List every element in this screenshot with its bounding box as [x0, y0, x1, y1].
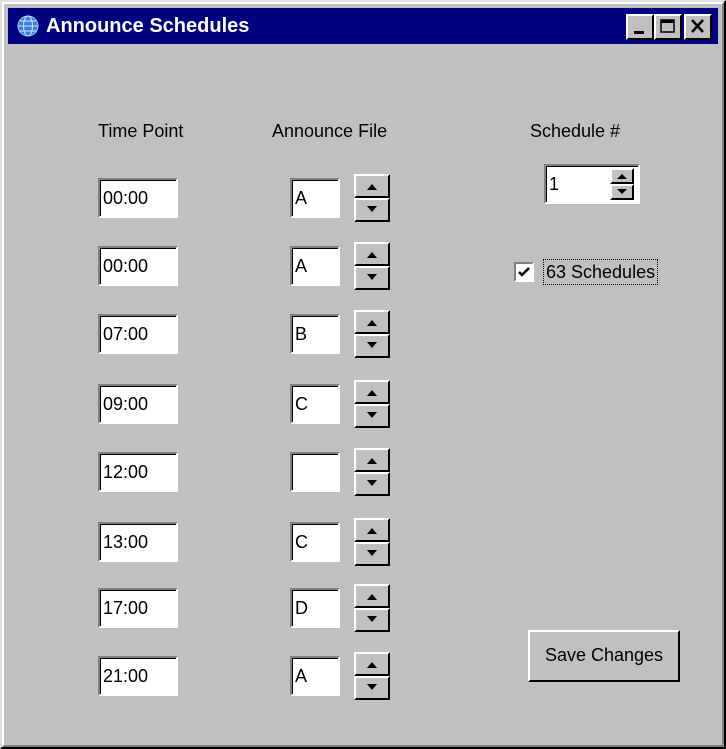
- arrow-up-icon: [617, 174, 627, 179]
- spin-up-button[interactable]: [354, 174, 390, 198]
- time-point-header: Time Point: [98, 121, 184, 141]
- schedule-number-header: Schedule #: [530, 121, 621, 141]
- announce-file-field[interactable]: D: [290, 588, 340, 628]
- spin-up-button[interactable]: [354, 448, 390, 472]
- 63-schedules-label[interactable]: 63 Schedules: [542, 259, 659, 285]
- save-changes-button[interactable]: Save Changes: [528, 630, 680, 682]
- time-point-value: 21:00: [103, 666, 149, 686]
- time-point-value: 00:00: [103, 188, 149, 208]
- close-button[interactable]: [684, 14, 712, 40]
- arrow-up-icon: [367, 594, 377, 600]
- announce-file-value: B: [295, 324, 308, 344]
- arrow-down-icon: [367, 480, 377, 486]
- spin-down-button[interactable]: [354, 542, 390, 566]
- schedule-up-button[interactable]: [610, 168, 634, 184]
- checkmark-icon: [518, 267, 530, 277]
- time-point-value: 00:00: [103, 256, 149, 276]
- close-icon: [691, 19, 704, 33]
- time-point-field[interactable]: 21:00: [98, 656, 178, 696]
- time-point-value: 09:00: [103, 394, 149, 414]
- arrow-up-icon: [367, 320, 377, 326]
- spin-up-button[interactable]: [354, 584, 390, 608]
- spin-down-button[interactable]: [354, 676, 390, 700]
- globe-icon: [17, 15, 39, 37]
- spin-up-button[interactable]: [354, 242, 390, 266]
- arrow-down-icon: [367, 616, 377, 622]
- time-point-field[interactable]: 09:00: [98, 384, 178, 424]
- announce-file-spinner[interactable]: [354, 174, 390, 222]
- spin-up-button[interactable]: [354, 652, 390, 676]
- spin-down-button[interactable]: [354, 472, 390, 496]
- announce-file-value: A: [295, 188, 308, 208]
- arrow-down-icon: [617, 189, 627, 194]
- minimize-icon: [634, 31, 644, 34]
- time-point-field[interactable]: 17:00: [98, 588, 178, 628]
- time-point-field[interactable]: 12:00: [98, 452, 178, 492]
- announce-file-value: C: [295, 394, 308, 414]
- arrow-up-icon: [367, 252, 377, 258]
- arrow-down-icon: [367, 550, 377, 556]
- schedule-number-value: 1: [549, 174, 560, 194]
- arrow-up-icon: [367, 390, 377, 396]
- time-point-field[interactable]: 13:00: [98, 522, 178, 562]
- arrow-up-icon: [367, 184, 377, 190]
- spin-up-button[interactable]: [354, 518, 390, 542]
- announce-file-spinner[interactable]: [354, 652, 390, 700]
- spin-down-button[interactable]: [354, 608, 390, 632]
- announce-file-spinner[interactable]: [354, 242, 390, 290]
- maximize-icon: [660, 19, 675, 33]
- announce-file-field[interactable]: B: [290, 314, 340, 354]
- spin-up-button[interactable]: [354, 380, 390, 404]
- spin-up-button[interactable]: [354, 310, 390, 334]
- arrow-down-icon: [367, 206, 377, 212]
- announce-file-spinner[interactable]: [354, 310, 390, 358]
- announce-file-field[interactable]: C: [290, 384, 340, 424]
- title-bar[interactable]: Announce Schedules: [8, 8, 718, 44]
- arrow-up-icon: [367, 528, 377, 534]
- window-title: Announce Schedules: [46, 15, 250, 37]
- time-point-value: 12:00: [103, 462, 149, 482]
- time-point-value: 17:00: [103, 598, 149, 618]
- arrow-up-icon: [367, 662, 377, 668]
- arrow-down-icon: [367, 684, 377, 690]
- announce-file-spinner[interactable]: [354, 584, 390, 632]
- time-point-field[interactable]: 00:00: [98, 246, 178, 286]
- announce-file-spinner[interactable]: [354, 448, 390, 496]
- announce-file-field[interactable]: A: [290, 246, 340, 286]
- announce-file-value: A: [295, 256, 308, 276]
- schedule-number-spinner[interactable]: [610, 168, 634, 200]
- time-point-value: 13:00: [103, 532, 149, 552]
- time-point-field[interactable]: 07:00: [98, 314, 178, 354]
- spin-down-button[interactable]: [354, 334, 390, 358]
- announce-file-value: C: [295, 532, 308, 552]
- time-point-value: 07:00: [103, 324, 149, 344]
- spin-down-button[interactable]: [354, 266, 390, 290]
- announce-file-value: D: [295, 598, 308, 618]
- maximize-button[interactable]: [654, 14, 682, 40]
- spin-down-button[interactable]: [354, 198, 390, 222]
- arrow-down-icon: [367, 342, 377, 348]
- announce-file-field[interactable]: A: [290, 178, 340, 218]
- minimize-button[interactable]: [626, 14, 654, 40]
- announce-file-spinner[interactable]: [354, 518, 390, 566]
- announce-file-field[interactable]: [290, 452, 340, 492]
- announce-file-value: A: [295, 666, 308, 686]
- schedule-down-button[interactable]: [610, 184, 634, 200]
- time-point-field[interactable]: 00:00: [98, 178, 178, 218]
- arrow-down-icon: [367, 412, 377, 418]
- arrow-up-icon: [367, 458, 377, 464]
- announce-file-field[interactable]: C: [290, 522, 340, 562]
- announce-file-field[interactable]: A: [290, 656, 340, 696]
- spin-down-button[interactable]: [354, 404, 390, 428]
- announce-schedules-window: Announce Schedules Time Point Announce F…: [0, 0, 726, 749]
- announce-file-spinner[interactable]: [354, 380, 390, 428]
- announce-file-header: Announce File: [272, 121, 388, 141]
- 63-schedules-checkbox[interactable]: [514, 262, 534, 282]
- arrow-down-icon: [367, 274, 377, 280]
